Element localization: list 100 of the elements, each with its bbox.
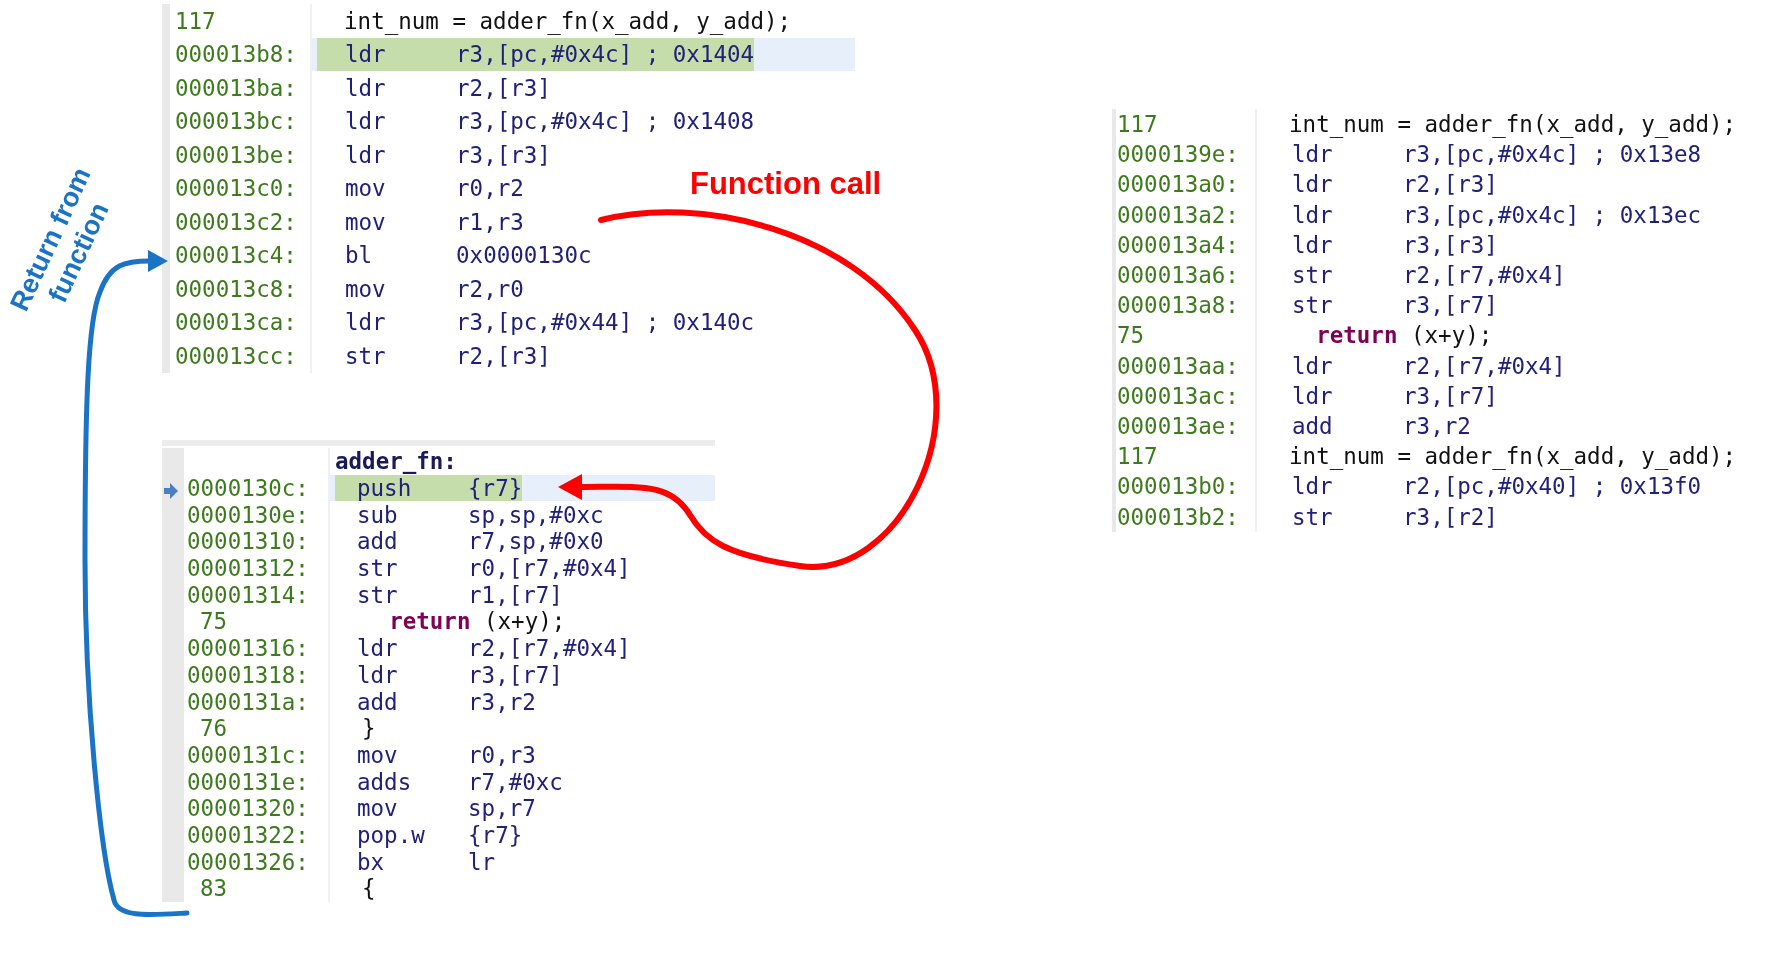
mnemonic-text: ldr [1292, 473, 1334, 500]
mnemonic-text: ldr [1292, 231, 1334, 258]
operand-text: r3,[pc,#0x4c] ; 0x1404 [456, 41, 755, 68]
mnemonic-text: str [1292, 292, 1334, 319]
mnemonic-text: ldr [1292, 201, 1334, 228]
mnemonic-text: adds [357, 768, 413, 795]
mnemonic-text: mov [345, 175, 387, 202]
mnemonic-text: ldr [1292, 171, 1334, 198]
operand-text: 0x0000130c [456, 242, 592, 269]
operand-text: r3,[r7] [1403, 382, 1498, 409]
mnemonic-text: str [1292, 503, 1334, 530]
operand-text: r2,[r3] [456, 342, 551, 369]
operand-text: r3,r2 [1403, 412, 1471, 439]
mnemonic-text: push [357, 475, 413, 502]
mnemonic-text: str [357, 555, 399, 582]
source-code-line: int_num = adder_fn(x_add, y_add); [1288, 443, 1737, 470]
address-text: 0000130c: [186, 474, 310, 502]
operand-text: r3,[pc,#0x4c] ; 0x13ec [1403, 201, 1702, 228]
operand-text: sp,r7 [468, 795, 536, 822]
address-text: 000013c4: [174, 241, 298, 271]
address-text: 00001326: [186, 848, 310, 875]
address-text: 0000130e: [186, 501, 310, 529]
source-code-line: } [361, 715, 376, 742]
address-text: 000013cc: [174, 341, 298, 371]
operand-text: r0,r3 [468, 741, 536, 768]
address-text: 00001310: [186, 528, 310, 555]
operand-text: r3,[pc,#0x4c] ; 0x1408 [456, 108, 755, 135]
address-text: 00001312: [186, 554, 310, 582]
operand-text: r0,[r7,#0x4] [468, 555, 631, 582]
address-text: 000013a6: [1116, 261, 1240, 291]
address-text: 000013b8: [174, 40, 298, 70]
operand-text: {r7} [468, 821, 523, 848]
mnemonic-text: bl [345, 242, 374, 269]
address-text: 000013ca: [174, 308, 298, 338]
address-text: 000013b2: [1116, 502, 1240, 532]
address-text: 000013b0: [1116, 472, 1240, 502]
operand-text: lr [468, 848, 496, 875]
address-text: 00001318: [186, 661, 310, 689]
address-text: 000013be: [174, 140, 298, 170]
operand-text: r2,[r7,#0x4] [1403, 262, 1566, 289]
address-text: 00001320: [186, 794, 310, 822]
operand-text: r3,[r2] [1403, 503, 1498, 530]
mnemonic-text: ldr [1292, 141, 1334, 168]
address-text: 0000139e: [1116, 140, 1240, 170]
mnemonic-text: ldr [345, 74, 387, 101]
address-text: 000013a0: [1116, 170, 1240, 200]
operand-text: r3,[r7] [1403, 292, 1498, 319]
line-number: 117 [174, 6, 217, 36]
operand-text: r3,r2 [468, 688, 536, 715]
mnemonic-text: mov [357, 741, 399, 768]
operand-text: r3,[pc,#0x44] ; 0x140c [456, 309, 755, 336]
function-label: adder_fn: [335, 448, 457, 475]
address-text: 000013a2: [1116, 200, 1240, 230]
address-text: 00001316: [186, 634, 310, 662]
mnemonic-text: ldr [357, 635, 399, 662]
line-number: 75 [199, 608, 229, 635]
source-code-line: int_num = adder_fn(x_add, y_add); [343, 7, 792, 34]
mnemonic-text: ldr [345, 309, 387, 336]
mnemonic-text: mov [345, 208, 387, 235]
mnemonic-text: ldr [1292, 352, 1334, 379]
address-text: 000013ae: [1116, 411, 1240, 441]
mnemonic-text: add [357, 528, 399, 555]
operand-text: {r7} [468, 475, 523, 502]
operand-text: r2,[pc,#0x40] ; 0x13f0 [1403, 473, 1702, 500]
address-text: 000013c8: [174, 274, 298, 304]
mnemonic-text: ldr [345, 108, 387, 135]
mnemonic-text: ldr [357, 661, 399, 688]
mnemonic-text: add [357, 688, 399, 715]
line-number: 117 [1116, 442, 1159, 472]
operand-text: r3,[r7] [468, 661, 563, 688]
mnemonic-text: ldr [345, 141, 387, 168]
mnemonic-text: pop.w [357, 821, 426, 848]
address-text: 0000131c: [186, 741, 310, 769]
operand-text: r3,[r3] [456, 141, 551, 168]
operand-text: r7,#0xc [468, 768, 563, 795]
mnemonic-text: mov [345, 275, 387, 302]
operand-text: r2,[r7,#0x4] [1403, 352, 1566, 379]
operand-text: r2,r0 [456, 275, 524, 302]
operand-text: r2,[r3] [456, 74, 551, 101]
operand-text: r3,[pc,#0x4c] ; 0x13e8 [1403, 141, 1702, 168]
address-text: 000013c0: [174, 174, 298, 204]
mnemonic-text: str [357, 581, 399, 608]
mnemonic-text: ldr [345, 41, 387, 68]
address-text: 000013ba: [174, 73, 298, 103]
address-text: 000013aa: [1116, 351, 1240, 381]
source-code-line: return (x+y); [388, 608, 566, 635]
operand-text: r1,r3 [456, 208, 524, 235]
source-code-line: int_num = adder_fn(x_add, y_add); [1288, 111, 1737, 138]
operand-text: r7,sp,#0x0 [468, 528, 604, 555]
address-text: 000013a8: [1116, 291, 1240, 321]
operand-text: r2,[r3] [1403, 171, 1498, 198]
operand-text: r0,r2 [456, 175, 524, 202]
line-number: 76 [199, 714, 229, 742]
address-text: 000013c2: [174, 207, 298, 237]
mnemonic-text: str [345, 342, 387, 369]
line-number: 117 [1116, 110, 1159, 140]
address-text: 00001322: [186, 821, 310, 849]
address-text: 0000131e: [186, 768, 310, 795]
annotation-text: Function call [690, 166, 882, 202]
line-number: 75 [1116, 321, 1146, 351]
